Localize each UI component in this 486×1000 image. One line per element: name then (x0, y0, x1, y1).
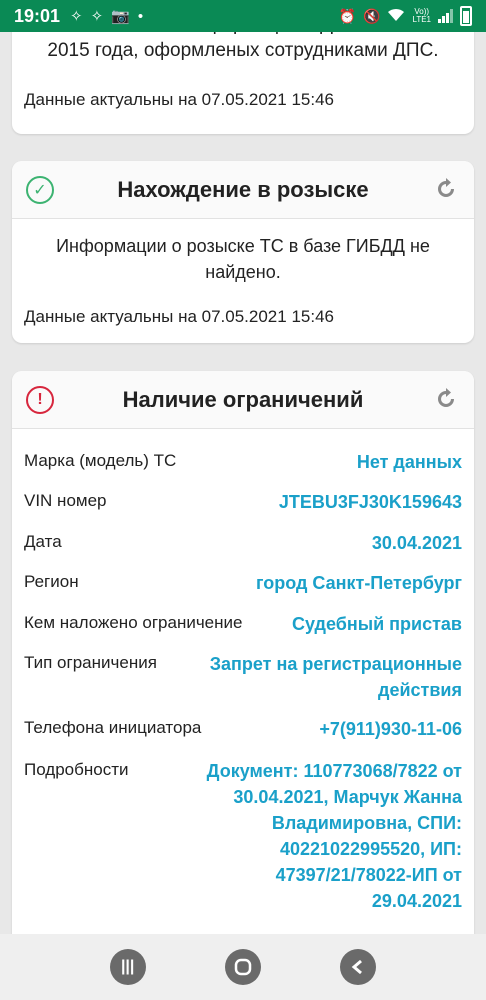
wanted-result-text: Информации о розыске ТС в базе ГИБДД не … (56, 236, 430, 282)
home-icon[interactable] (224, 949, 261, 985)
refresh-icon[interactable] (434, 387, 458, 411)
odnoklassniki-icon: ✧ (90, 8, 104, 25)
row-details: Подробности Документ: 110773068/7822 от … (12, 758, 474, 918)
lte-label: Vo)) LTE1 (412, 8, 431, 24)
alert-circle-icon: ! (26, 386, 54, 414)
row-value: Запрет на регистрационные действия (209, 654, 462, 700)
accidents-info-text: В базе имеется информация о ДТП с начала… (45, 32, 441, 61)
row-region: Регион город Санкт-Петербург (12, 570, 474, 611)
status-system-icons: ⏰ 🔇 Vo)) LTE1 (339, 6, 472, 26)
row-label: Подробности (24, 760, 129, 779)
card-header: ✓ Нахождение в розыске (12, 161, 474, 219)
status-notification-icons: ✧ ✧ 📷 • (70, 7, 144, 26)
row-label: Марка (модель) ТС (24, 451, 177, 470)
main-content[interactable]: В базе имеется информация о ДТП с начала… (0, 32, 486, 934)
updated-text: Данные актуальны на 07.05.2021 15:46 (24, 307, 334, 326)
row-value: Нет данных (356, 452, 462, 472)
card-accidents: В базе имеется информация о ДТП с начала… (12, 32, 474, 134)
recent-apps-icon[interactable]: ||| (109, 949, 146, 985)
row-label: Регион (24, 572, 79, 591)
card-header: ! Наличие ограничений (12, 371, 474, 429)
row-label: Тип ограничения (24, 653, 157, 672)
row-label: Телефона инициатора (24, 718, 202, 737)
row-value: Документ: 110773068/7822 от 30.04.2021, … (206, 761, 462, 911)
row-value[interactable]: +7(911)930-11-06 (319, 716, 462, 758)
row-value: Судебный пристав (291, 614, 462, 634)
row-vin: VIN номер JTEBU3FJ30K159643 (12, 489, 474, 530)
row-label: Дата (24, 532, 62, 551)
lte1-label: LTE1 (412, 15, 431, 24)
row-brand: Марка (модель) ТС Нет данных (12, 449, 474, 489)
row-value: 30.04.2021 (371, 533, 462, 553)
navigation-bar: ||| (0, 934, 486, 1000)
row-date: Дата 30.04.2021 (12, 530, 474, 570)
updated-text: Данные актуальны на 07.05.2021 15:46 (24, 90, 334, 109)
restriction-rows: Марка (модель) ТС Нет данных VIN номер J… (12, 449, 474, 918)
row-value: город Санкт-Петербург (255, 573, 462, 593)
row-restriction-type: Тип ограничения Запрет на регистрационны… (12, 651, 474, 716)
row-phone: Телефона инициатора +7(911)930-11-06 (12, 716, 474, 758)
check-circle-icon: ✓ (26, 176, 54, 204)
row-label: VIN номер (24, 491, 107, 510)
dot-icon: • (137, 7, 144, 25)
row-value: JTEBU3FJ30K159643 (278, 492, 462, 512)
card-restrictions: ! Наличие ограничений Марка (модель) ТС … (12, 371, 474, 934)
alarm-icon: ⏰ (338, 7, 357, 24)
card-title: Наличие ограничений (122, 386, 364, 412)
odnoklassniki-icon: ✧ (70, 8, 83, 25)
refresh-icon[interactable] (434, 177, 458, 201)
camera-icon: 📷 (111, 8, 130, 25)
mute-icon: 🔇 (363, 7, 381, 24)
battery-icon (460, 6, 472, 26)
card-title: Нахождение в розыске (117, 176, 369, 202)
status-time: 19:01 (14, 5, 61, 26)
signal-icon (438, 9, 453, 23)
row-label: Кем наложено ограничение (24, 613, 243, 632)
back-icon[interactable] (340, 949, 377, 985)
row-imposed-by: Кем наложено ограничение Судебный приста… (12, 611, 474, 651)
status-bar: 19:01 ✧ ✧ 📷 • ⏰ 🔇 Vo)) LTE1 (0, 0, 486, 32)
wifi-icon (387, 8, 405, 25)
card-wanted: ✓ Нахождение в розыске Информации о розы… (12, 161, 474, 343)
